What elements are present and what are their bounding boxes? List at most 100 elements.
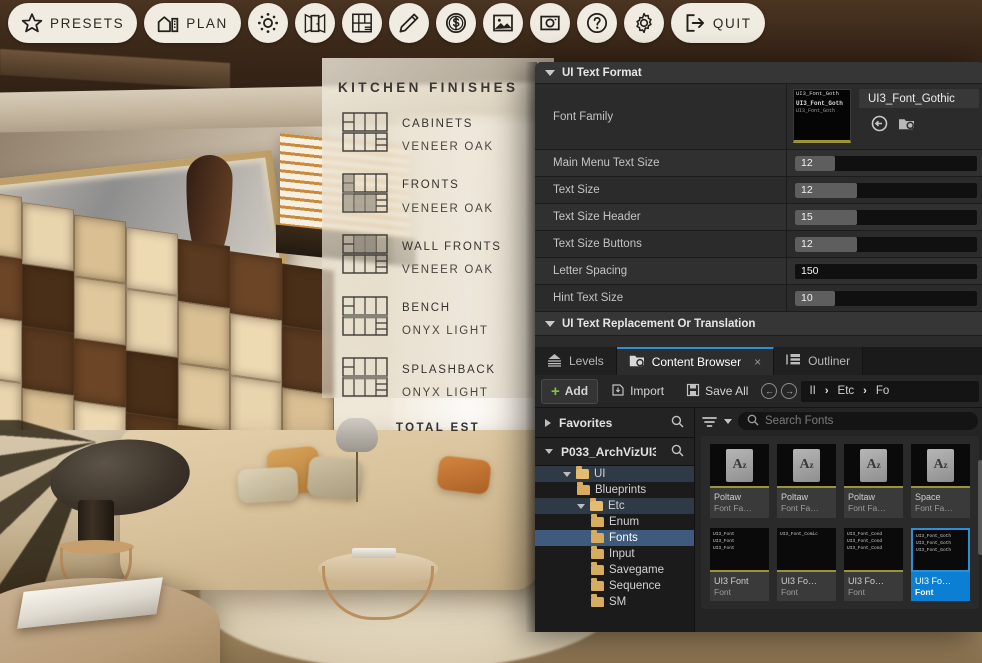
tab-outliner[interactable]: Outliner [774,347,864,375]
finish-row[interactable]: CABINETS VENEER OAK [322,111,554,172]
toolbar-button-settings[interactable] [623,3,664,43]
tree-item-savegame[interactable]: Savegame [535,562,694,578]
total-estimate-label: TOTAL EST [395,421,481,434]
numeric-input[interactable]: 12 [795,155,977,171]
toolbar-button-gallery[interactable] [482,3,523,43]
content-browser-body: Favorites P033_ArchVizUI3 UI Blueprints Et… [535,408,982,632]
asset-type: Font [915,586,934,597]
save-all-button[interactable]: Save All [677,379,757,404]
asset-tile[interactable]: UI3_Font_Comic UI3 Fo… Font [777,527,836,602]
asset-thumbnail: UI3_Font_Goth UI3_Font_Goth UI3_Font_Goth [911,527,970,572]
numeric-value: 150 [801,265,819,277]
outliner-icon [786,353,801,369]
finish-row[interactable]: SPLASHBACKONYX LIGHT1 [322,357,554,418]
tree-item-enum[interactable]: Enum [535,514,694,530]
nav-forward-icon[interactable]: → [781,383,798,399]
expand-arrow-icon[interactable] [545,418,551,427]
unreal-editor-panel: UI Text Format Font Family UI3_Font_Goth… [535,62,982,632]
asset-scrollbar[interactable] [978,460,982,555]
toolbar-button-presets[interactable]: PRESETS [8,3,138,43]
finish-name: SPLASHBACK [402,363,496,376]
numeric-input[interactable]: 10 [795,290,977,306]
collapse-triangle-icon[interactable] [577,503,585,509]
asset-filter-bar: Search Fonts [695,408,982,434]
toolbar-button-quit[interactable]: QUIT [670,3,765,43]
asset-preview-line: UI3_Font_Goth [916,540,952,546]
tree-item-blueprints[interactable]: Blueprints [535,482,694,498]
save-all-label: Save All [705,384,749,398]
toolbar-button-pricing[interactable] [435,3,476,43]
toolbar-button-layout[interactable] [341,3,382,43]
asset-tile[interactable]: Az Poltaw Font Fa… [777,444,836,518]
numeric-input[interactable]: 12 [795,182,977,198]
tree-item-ui[interactable]: UI [535,466,694,482]
numeric-value: 10 [801,292,813,304]
finish-row[interactable]: BENCHONYX LIGHT2 [322,295,554,356]
asset-label: UI3 Font Font [710,571,769,602]
tree-item-input[interactable]: Input [535,546,694,562]
asset-tile[interactable]: UI3_Font UI3_Font UI3_Font UI3 Font Font [710,527,769,602]
toolbar-button-plan[interactable]: PLAN [144,3,241,43]
category-ui-text-replacement[interactable]: UI Text Replacement Or Translation [535,312,982,336]
project-root-row[interactable]: P033_ArchVizUI3 [535,438,694,466]
asset-tile[interactable]: Az Space Font Fa… [911,444,970,518]
toolbar-button-edit[interactable] [388,3,429,43]
browse-to-asset-icon[interactable] [898,115,916,132]
collapse-triangle-icon[interactable] [563,471,571,477]
finish-row[interactable]: WALL FRONTS VENEER OAK [322,234,554,295]
tab-levels[interactable]: Levels [535,347,617,375]
asset-preview-line: UI3_Font [713,538,735,544]
asset-thumbnail: UI3_Font_Comic [777,527,836,572]
asset-preview-line: UI3_Font_Cond [847,545,883,551]
asset-tile[interactable]: Az Poltaw Font Fa… [710,444,769,518]
add-button[interactable]: + Add [541,378,599,404]
collapse-triangle-icon[interactable] [545,69,555,76]
tree-item-label: UI [594,468,606,480]
numeric-input[interactable]: 12 [795,236,977,252]
breadcrumb-segment[interactable]: Etc [838,385,855,397]
asset-tile[interactable]: UI3_Font_Goth UI3_Font_Goth UI3_Font_Goth U… [911,527,970,602]
font-asset-picker[interactable]: UI3_Font_Gothic [859,89,979,108]
property-row: Text Size Header 15 [535,204,982,231]
category-ui-text-format[interactable]: UI Text Format [535,62,982,84]
tree-item-fonts[interactable]: Fonts [535,530,694,546]
numeric-input[interactable]: 15 [795,209,977,225]
tree-item-sm[interactable]: SM [535,594,694,610]
search-assets-input[interactable]: Search Fonts [738,412,978,430]
finish-row[interactable]: FRONTS VENEER OAK [322,172,554,233]
asset-tile[interactable]: UI3_Font_Cond UI3_Font_Cond UI3_Font_Cond U… [844,527,903,602]
content-browser-icon [629,354,645,371]
font-asset-thumbnail[interactable]: UI3_Font_Goth UI3_Font_Goth UI3_Font_Got… [793,89,851,143]
asset-tile[interactable]: Az Poltaw Font Fa… [844,444,903,518]
tree-item-sequence[interactable]: Sequence [535,578,694,594]
use-selected-asset-icon[interactable] [871,115,888,132]
toolbar-button-screenshot[interactable] [529,3,570,43]
numeric-input[interactable]: 150 [795,263,977,279]
search-icon[interactable] [671,415,684,431]
import-button[interactable]: Import [602,379,673,404]
tree-item-label: Input [609,548,635,560]
filters-icon[interactable] [702,415,718,427]
toolbar-button-walkthrough[interactable] [294,3,335,43]
breadcrumb-segment[interactable]: Fo [876,385,889,397]
collapse-triangle-icon[interactable] [545,449,553,454]
tab-content-browser[interactable]: Content Browser × [616,347,775,375]
toolbar-button-help[interactable] [576,3,617,43]
search-icon[interactable] [671,444,684,460]
favorites-section[interactable]: Favorites [535,408,694,438]
chevron-down-icon[interactable] [724,418,732,424]
collapse-triangle-icon[interactable] [545,320,555,327]
toolbar-button-lighting[interactable] [247,3,288,43]
asset-preview-line: UI3_Font_Goth [916,547,952,553]
floorplan-grid-icon [351,12,373,34]
breadcrumb-segment[interactable]: II [809,385,815,397]
finish-name: BENCH [402,302,451,315]
nav-back-icon[interactable]: ← [761,383,778,399]
close-icon[interactable]: × [754,355,761,369]
asset-label: UI3 Fo… Font [911,571,970,602]
asset-preview-line: UI3_Font [713,545,735,551]
folder-icon [576,466,589,479]
tree-item-etc[interactable]: Etc [535,498,694,514]
scene-shelf-cube [178,238,230,309]
breadcrumb[interactable]: II › Etc › Fo [801,380,979,402]
